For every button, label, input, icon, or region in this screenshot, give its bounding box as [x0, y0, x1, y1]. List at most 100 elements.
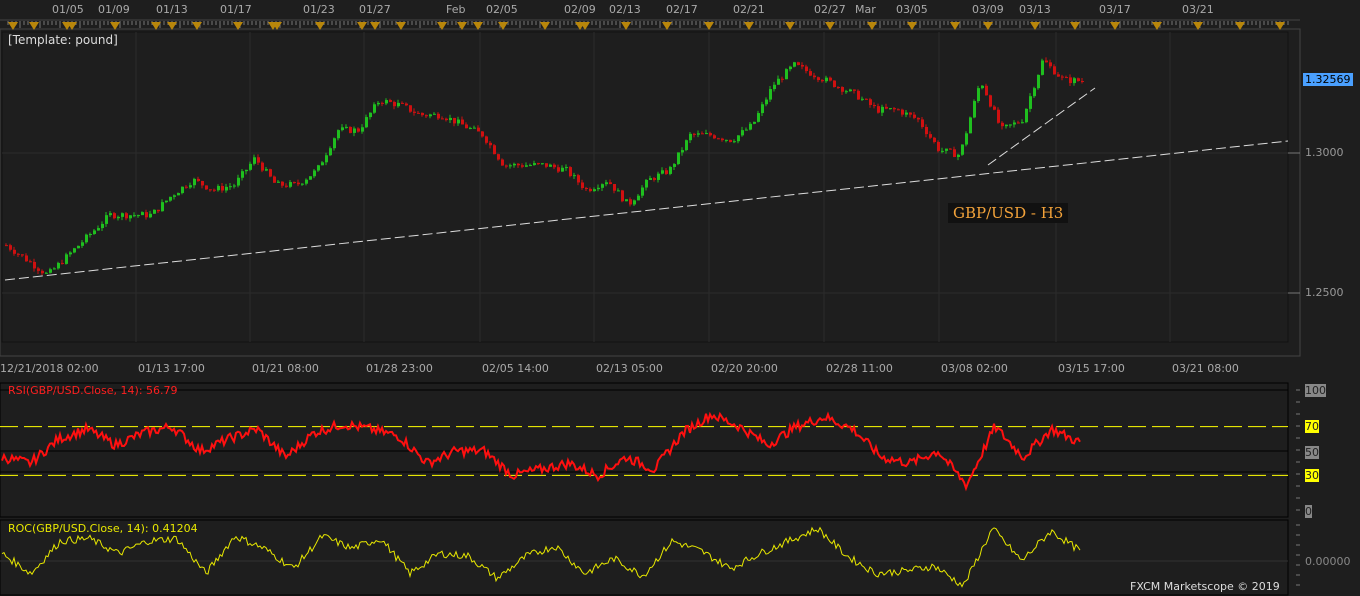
price-panel-frame	[0, 28, 1301, 357]
candle-body	[57, 262, 60, 269]
candle-body	[921, 119, 924, 127]
candle-body	[141, 212, 144, 216]
candle-body	[417, 112, 420, 114]
candle-body	[25, 255, 28, 262]
candle-body	[985, 85, 988, 96]
candle-body	[389, 100, 392, 102]
candle-body	[521, 165, 524, 167]
candle-body	[705, 133, 708, 135]
candle-body	[909, 112, 912, 115]
candle-body	[805, 66, 808, 72]
candle-body	[237, 177, 240, 186]
candle-body	[429, 114, 432, 117]
candle-body	[345, 126, 348, 128]
candle-body	[125, 213, 128, 219]
candle-body	[17, 253, 20, 255]
candle-body	[589, 188, 592, 192]
candle-body	[877, 106, 880, 113]
candle-body	[301, 183, 304, 185]
candle-body	[965, 133, 968, 145]
candle-body	[421, 112, 424, 116]
candle-body	[197, 178, 200, 181]
candle-body	[829, 77, 832, 81]
candle-body	[977, 88, 980, 102]
candle-body	[493, 145, 496, 155]
candle-body	[933, 137, 936, 143]
candle-body	[605, 182, 608, 185]
candle-body	[625, 199, 628, 202]
candle-body	[881, 106, 884, 113]
candle-body	[341, 127, 344, 131]
candle-body	[29, 261, 32, 263]
rsi-panel-frame	[0, 382, 1289, 473]
candle-body	[701, 133, 704, 135]
candle-body	[157, 209, 160, 212]
candle-body	[449, 117, 452, 121]
candle-body	[1005, 124, 1008, 127]
candle-body	[21, 254, 24, 256]
candle-body	[697, 133, 700, 135]
candle-body	[53, 268, 56, 270]
candle-body	[61, 262, 64, 264]
candle-body	[113, 213, 116, 219]
candle-body	[853, 89, 856, 91]
candle-body	[425, 115, 428, 117]
candle-body	[553, 164, 556, 168]
candle-body	[501, 159, 504, 166]
candle-body	[393, 101, 396, 107]
candle-body	[777, 78, 780, 85]
candle-body	[541, 163, 544, 165]
candle-body	[889, 108, 892, 110]
bottom-date-label: 03/08 02:00	[941, 362, 1008, 375]
candle-body	[333, 138, 336, 149]
candle-body	[93, 230, 96, 235]
candle-body	[121, 213, 124, 217]
top-date-label: 03/17	[1099, 3, 1131, 16]
bottom-date-label: 01/13 17:00	[138, 362, 205, 375]
candle-body	[873, 105, 876, 107]
candle-body	[1009, 124, 1012, 126]
candle-body	[865, 98, 868, 100]
candle-body	[525, 165, 528, 167]
candle-body	[665, 170, 668, 174]
bottom-date-label: 03/15 17:00	[1058, 362, 1125, 375]
candle-body	[885, 106, 888, 109]
bottom-date-label: 01/21 08:00	[252, 362, 319, 375]
candle-body	[1065, 77, 1068, 79]
candle-body	[869, 99, 872, 106]
candle-body	[77, 245, 80, 249]
roc-line	[1, 526, 1081, 588]
candle-body	[357, 128, 360, 132]
candle-body	[817, 77, 820, 81]
candle-body	[249, 163, 252, 170]
candle-body	[1017, 122, 1020, 124]
candle-body	[749, 123, 752, 130]
candle-body	[721, 138, 724, 141]
roc-tick-zero: 0.00000	[1305, 555, 1351, 568]
chart-canvas[interactable]	[0, 0, 1360, 596]
candle-body	[353, 128, 356, 133]
top-date-label: Feb	[446, 3, 466, 16]
candle-body	[593, 189, 596, 192]
candle-body	[737, 135, 740, 142]
candle-body	[849, 89, 852, 92]
candle-body	[533, 163, 536, 166]
candle-body	[149, 213, 152, 218]
candle-body	[993, 106, 996, 110]
candle-body	[1037, 74, 1040, 89]
candle-body	[897, 109, 900, 111]
candle-body	[201, 180, 204, 186]
current-price-tag: 1.32569	[1303, 73, 1353, 86]
candle-body	[729, 139, 732, 142]
candle-body	[757, 113, 760, 122]
candle-body	[585, 187, 588, 189]
bottom-date-label: 02/05 14:00	[482, 362, 549, 375]
candle-body	[809, 71, 812, 76]
candle-body	[293, 182, 296, 184]
candle-body	[445, 118, 448, 121]
candle-body	[645, 179, 648, 188]
candle-body	[9, 245, 12, 250]
candle-body	[365, 117, 368, 128]
candle-body	[717, 138, 720, 140]
candle-body	[657, 173, 660, 180]
